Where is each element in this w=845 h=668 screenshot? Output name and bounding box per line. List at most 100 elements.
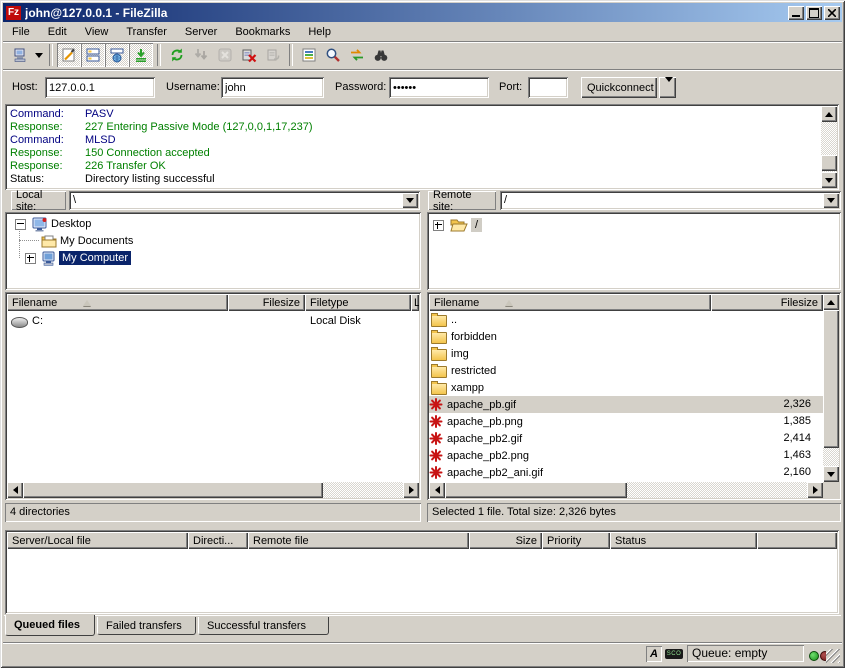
file-row[interactable]: apache_pb2.gif bbox=[429, 430, 709, 447]
scroll-down-button[interactable] bbox=[823, 466, 839, 482]
column-header-filesize[interactable]: Filesize bbox=[228, 294, 305, 311]
file-row[interactable]: img bbox=[429, 345, 709, 362]
tab-failed-transfers[interactable]: Failed transfers bbox=[97, 617, 196, 635]
site-manager-dropdown-button[interactable] bbox=[32, 44, 45, 66]
menu-help[interactable]: Help bbox=[299, 24, 340, 40]
scroll-right-button[interactable] bbox=[403, 482, 419, 498]
cancel-operation-button[interactable] bbox=[213, 43, 237, 67]
file-name: xampp bbox=[451, 382, 484, 394]
host-input[interactable] bbox=[45, 77, 155, 98]
remote-site-combo[interactable]: / bbox=[500, 191, 841, 210]
message-log-icon bbox=[61, 47, 77, 63]
column-header-filename[interactable]: Filename bbox=[7, 294, 228, 311]
column-header-filesize[interactable]: Filesize bbox=[711, 294, 823, 311]
directory-listing-filters-button[interactable] bbox=[297, 43, 321, 67]
cancel-icon bbox=[217, 47, 233, 63]
image-file-icon bbox=[430, 432, 443, 445]
toggle-remote-tree-button[interactable] bbox=[105, 43, 129, 67]
quickconnect-dropdown-button[interactable] bbox=[659, 77, 676, 98]
scroll-left-button[interactable] bbox=[429, 482, 445, 498]
file-row-local-drive[interactable]: C: bbox=[9, 312, 309, 329]
column-header-filename[interactable]: Filename bbox=[429, 294, 711, 311]
column-header-filetype[interactable]: Filetype bbox=[305, 294, 411, 311]
expand-icon[interactable] bbox=[25, 253, 36, 264]
file-row[interactable]: forbidden bbox=[429, 328, 709, 345]
minimize-button[interactable] bbox=[788, 6, 804, 20]
scrollbar-thumb[interactable] bbox=[821, 155, 837, 171]
file-size: 1,463 bbox=[711, 447, 811, 464]
local-file-list: Filename Filesize Filetype L C: Local Di… bbox=[5, 292, 421, 500]
chevron-down-icon bbox=[35, 53, 43, 58]
scrollbar-thumb[interactable] bbox=[445, 482, 627, 498]
file-row[interactable]: xampp bbox=[429, 379, 709, 396]
column-header-priority[interactable]: Priority bbox=[542, 532, 610, 549]
resize-grip[interactable] bbox=[826, 649, 840, 663]
toggle-local-tree-button[interactable] bbox=[81, 43, 105, 67]
process-queue-button[interactable] bbox=[189, 43, 213, 67]
disconnect-button[interactable] bbox=[237, 43, 261, 67]
file-row[interactable]: apache_pb.png bbox=[429, 413, 709, 430]
local-site-dropdown-button[interactable] bbox=[402, 193, 418, 208]
tree-item-my-computer[interactable]: My Computer bbox=[25, 250, 131, 266]
column-header-last-modified[interactable]: L bbox=[411, 294, 419, 311]
menu-edit[interactable]: Edit bbox=[39, 24, 76, 40]
title-bar[interactable]: Fz john@127.0.0.1 - FileZilla bbox=[3, 3, 842, 22]
scrollbar-thumb[interactable] bbox=[823, 310, 839, 448]
folder-icon bbox=[431, 332, 447, 344]
maximize-button[interactable] bbox=[806, 6, 822, 20]
chevron-down-icon bbox=[827, 198, 835, 203]
directory-comparison-button[interactable] bbox=[321, 43, 345, 67]
tree-item-my-documents[interactable]: My Documents bbox=[41, 233, 133, 249]
site-manager-button[interactable] bbox=[8, 43, 32, 67]
desktop-icon bbox=[32, 217, 48, 232]
collapse-icon[interactable] bbox=[15, 219, 26, 230]
username-input[interactable] bbox=[221, 77, 324, 98]
column-header-status[interactable]: Status bbox=[610, 532, 757, 549]
port-input[interactable] bbox=[528, 77, 568, 98]
column-header-server-local-file[interactable]: Server/Local file bbox=[7, 532, 188, 549]
tree-item-desktop[interactable]: Desktop bbox=[15, 216, 91, 232]
local-site-combo[interactable]: \ bbox=[69, 191, 420, 210]
column-header-remote-file[interactable]: Remote file bbox=[248, 532, 469, 549]
tree-item-root[interactable]: / bbox=[433, 217, 482, 233]
scroll-up-button[interactable] bbox=[823, 294, 839, 310]
column-header-size[interactable]: Size bbox=[469, 532, 542, 549]
menu-server[interactable]: Server bbox=[176, 24, 226, 40]
menu-bookmarks[interactable]: Bookmarks bbox=[226, 24, 299, 40]
menu-view[interactable]: View bbox=[76, 24, 118, 40]
filter-icon bbox=[301, 47, 317, 63]
scrollbar-thumb[interactable] bbox=[23, 482, 323, 498]
toggle-message-log-button[interactable] bbox=[57, 43, 81, 67]
binoculars-icon bbox=[373, 47, 389, 63]
menu-transfer[interactable]: Transfer bbox=[117, 24, 176, 40]
folder-icon bbox=[431, 366, 447, 378]
tab-queued-files[interactable]: Queued files bbox=[5, 615, 95, 636]
synchronized-browsing-button[interactable] bbox=[345, 43, 369, 67]
host-label: Host: bbox=[12, 81, 38, 93]
toggle-transfer-queue-button[interactable] bbox=[129, 43, 153, 67]
password-label: Password: bbox=[335, 81, 386, 93]
tab-successful-transfers[interactable]: Successful transfers bbox=[198, 617, 329, 635]
column-header-direction[interactable]: Directi... bbox=[188, 532, 248, 549]
close-button[interactable] bbox=[824, 6, 840, 20]
menu-file[interactable]: File bbox=[3, 24, 39, 40]
message-log: Command:PASV Response:227 Entering Passi… bbox=[5, 104, 839, 190]
scroll-up-button[interactable] bbox=[821, 106, 837, 122]
file-row[interactable]: apache_pb2_ani.gif bbox=[429, 464, 709, 481]
file-row[interactable]: .. bbox=[429, 311, 709, 328]
scroll-down-button[interactable] bbox=[821, 172, 837, 188]
expand-icon[interactable] bbox=[433, 220, 444, 231]
file-row[interactable]: apache_pb2.png bbox=[429, 447, 709, 464]
file-row[interactable]: restricted bbox=[429, 362, 709, 379]
file-name: apache_pb.gif bbox=[447, 399, 516, 411]
password-input[interactable] bbox=[389, 77, 489, 98]
scroll-left-button[interactable] bbox=[7, 482, 23, 498]
scroll-right-button[interactable] bbox=[807, 482, 823, 498]
refresh-button[interactable] bbox=[165, 43, 189, 67]
log-line: Response:226 Transfer OK bbox=[10, 160, 839, 173]
find-files-button[interactable] bbox=[369, 43, 393, 67]
remote-tree-pane: / bbox=[427, 212, 841, 290]
quickconnect-button[interactable]: Quickconnect bbox=[581, 77, 657, 98]
remote-site-dropdown-button[interactable] bbox=[823, 193, 839, 208]
reconnect-button[interactable] bbox=[261, 43, 285, 67]
